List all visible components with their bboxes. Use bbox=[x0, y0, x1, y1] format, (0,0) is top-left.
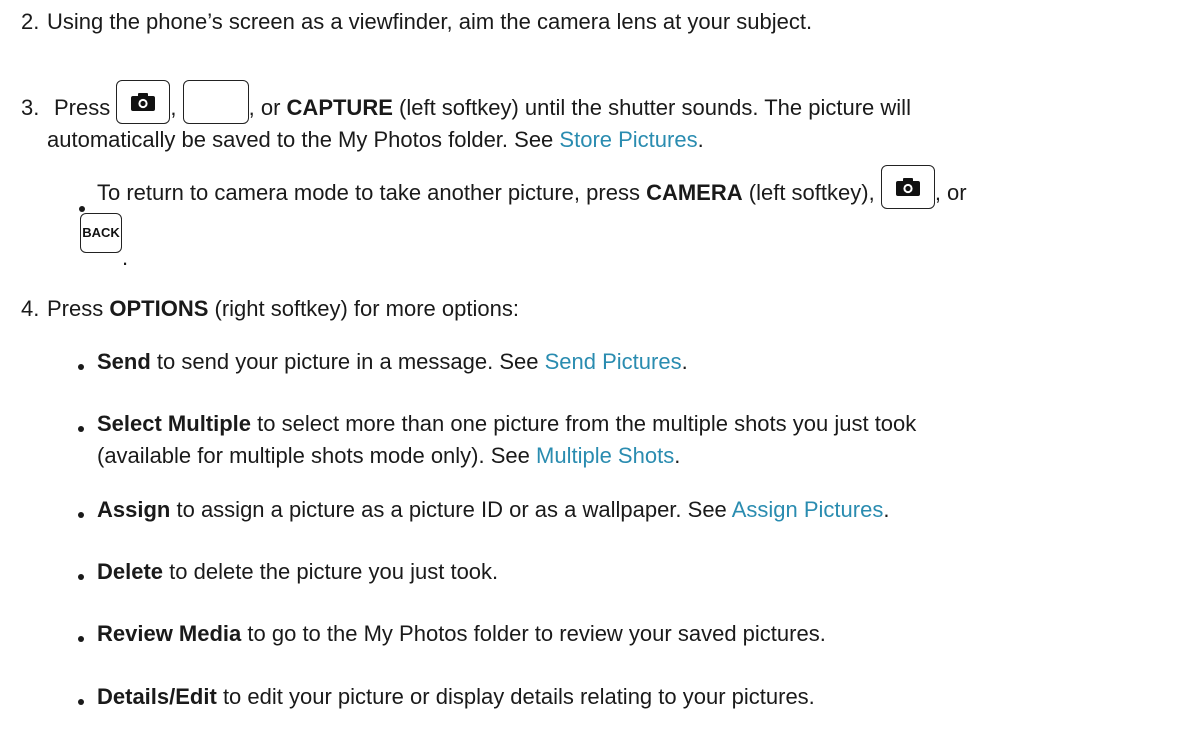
step-text: Press , , or CAPTURE (left softkey) unti… bbox=[54, 69, 911, 124]
options-term: OPTIONS bbox=[109, 296, 209, 321]
step-number: 4. bbox=[21, 296, 40, 321]
step-text: Using the phone’s screen as a viewfinder… bbox=[47, 9, 813, 34]
comma: , bbox=[170, 95, 177, 120]
assign-pictures-link[interactable]: Assign Pictures bbox=[732, 497, 884, 522]
camera-glyph bbox=[895, 178, 920, 196]
bullet-dot bbox=[78, 364, 84, 370]
back-key-icon: BACK bbox=[80, 213, 122, 253]
send-pictures-link[interactable]: Send Pictures bbox=[545, 349, 682, 374]
or-text: , or bbox=[248, 95, 281, 120]
bullet-dot bbox=[78, 636, 84, 642]
list-item-select-multiple: Select Multiple to select more than one … bbox=[97, 411, 917, 436]
multiple-shots-link[interactable]: Multiple Shots bbox=[536, 443, 674, 468]
blank-key-icon bbox=[182, 80, 249, 124]
list-item-review-media: Review Media to go to the My Photos fold… bbox=[97, 621, 826, 646]
back-key-label: BACK bbox=[82, 225, 120, 240]
camera-glyph bbox=[131, 93, 156, 111]
capture-term: CAPTURE bbox=[286, 95, 393, 120]
bullet-dot bbox=[78, 574, 84, 580]
list-item-assign: Assign to assign a picture as a picture … bbox=[97, 497, 890, 522]
list-item-delete: Delete to delete the picture you just to… bbox=[97, 559, 499, 584]
camera-term: CAMERA bbox=[646, 180, 743, 205]
list-item-send: Send to send your picture in a message. … bbox=[97, 349, 688, 374]
bullet-dot bbox=[78, 699, 84, 705]
camera-key-icon bbox=[880, 165, 935, 209]
capture-rest: (left softkey) until the shutter sounds.… bbox=[399, 95, 911, 120]
step-number: 2. bbox=[21, 9, 40, 34]
store-pictures-link[interactable]: Store Pictures bbox=[559, 127, 697, 152]
step-number: 3. bbox=[21, 95, 40, 120]
bullet-text: To return to camera mode to take another… bbox=[97, 165, 967, 209]
list-item-select-multiple-line2: (available for multiple shots mode only)… bbox=[97, 443, 681, 468]
manual-page: { "step2": { "number": "2.", "text": "Us… bbox=[0, 0, 1188, 744]
step-text: Press OPTIONS (right softkey) for more o… bbox=[47, 296, 519, 321]
step-text-line2: automatically be saved to the My Photos … bbox=[47, 127, 704, 152]
camera-key-icon bbox=[116, 80, 171, 124]
bullet-dot bbox=[78, 512, 84, 518]
bullet-dot bbox=[78, 426, 84, 432]
press-word: Press bbox=[54, 95, 111, 120]
bullet-back-line: BACK . bbox=[80, 211, 128, 269]
list-item-details-edit: Details/Edit to edit your picture or dis… bbox=[97, 684, 815, 709]
